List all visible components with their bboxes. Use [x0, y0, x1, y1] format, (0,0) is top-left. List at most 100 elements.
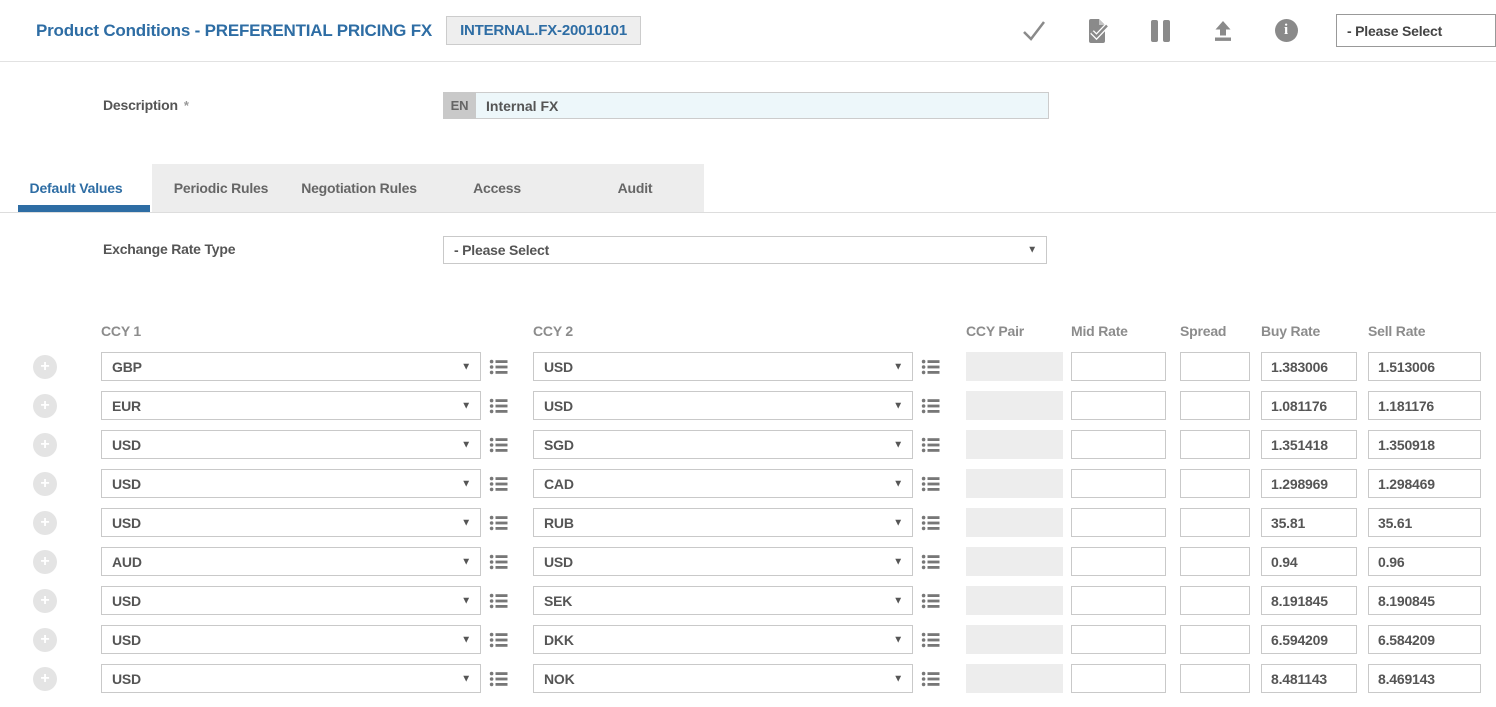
ccy1-select[interactable]: USD ▼ — [101, 430, 481, 459]
ccy1-select[interactable]: GBP ▼ — [101, 352, 481, 381]
mid-rate-input[interactable] — [1071, 586, 1166, 615]
ccy2-select[interactable]: USD ▼ — [533, 352, 913, 381]
check-icon[interactable] — [1021, 18, 1047, 44]
mid-rate-input[interactable] — [1071, 664, 1166, 693]
ccy2-lookup-list-icon[interactable] — [921, 357, 941, 377]
sell-rate-input[interactable]: 6.584209 — [1368, 625, 1481, 654]
ccy2-select[interactable]: USD ▼ — [533, 547, 913, 576]
add-row-button[interactable]: + — [33, 511, 57, 535]
ccy1-lookup-list-icon[interactable] — [489, 513, 509, 533]
ccy2-lookup-list-icon[interactable] — [921, 474, 941, 494]
buy-rate-input[interactable]: 1.298969 — [1261, 469, 1357, 498]
ccy1-select[interactable]: USD ▼ — [101, 469, 481, 498]
add-row-button[interactable]: + — [33, 394, 57, 418]
add-row-button[interactable]: + — [33, 355, 57, 379]
ccy1-lookup-list-icon[interactable] — [489, 669, 509, 689]
ccy2-lookup-list-icon[interactable] — [921, 630, 941, 650]
document-check-icon[interactable] — [1084, 18, 1110, 44]
spread-input[interactable] — [1180, 547, 1250, 576]
ccy2-lookup-list-icon[interactable] — [921, 396, 941, 416]
ccy1-lookup-list-icon[interactable] — [489, 474, 509, 494]
buy-rate-input[interactable]: 1.351418 — [1261, 430, 1357, 459]
mid-rate-input[interactable] — [1071, 625, 1166, 654]
buy-rate-input[interactable]: 1.383006 — [1261, 352, 1357, 381]
ccy1-lookup-list-icon[interactable] — [489, 357, 509, 377]
ccy2-select[interactable]: CAD ▼ — [533, 469, 913, 498]
ccy1-select[interactable]: EUR ▼ — [101, 391, 481, 420]
tab-periodic-rules[interactable]: Periodic Rules — [152, 164, 290, 212]
pause-icon[interactable] — [1147, 18, 1173, 44]
spread-input[interactable] — [1180, 469, 1250, 498]
sell-rate-input[interactable]: 1.181176 — [1368, 391, 1481, 420]
add-row-button[interactable]: + — [33, 433, 57, 457]
add-row-button[interactable]: + — [33, 550, 57, 574]
language-tag: EN — [443, 92, 476, 119]
sell-rate-input[interactable]: 8.190845 — [1368, 586, 1481, 615]
ccy1-lookup-list-icon[interactable] — [489, 396, 509, 416]
sell-rate-input[interactable]: 0.96 — [1368, 547, 1481, 576]
sell-rate-input[interactable]: 1.350918 — [1368, 430, 1481, 459]
ccy1-lookup-list-icon[interactable] — [489, 435, 509, 455]
rates-table-body: + GBP ▼ USD ▼ 1.383006 1.513006 — [0, 347, 1496, 698]
buy-rate-input[interactable]: 1.081176 — [1261, 391, 1357, 420]
mid-rate-input[interactable] — [1071, 547, 1166, 576]
sell-rate-input[interactable]: 1.513006 — [1368, 352, 1481, 381]
ccy1-select[interactable]: USD ▼ — [101, 625, 481, 654]
sell-rate-input[interactable]: 1.298469 — [1368, 469, 1481, 498]
ccy1-lookup-list-icon[interactable] — [489, 591, 509, 611]
tab-audit[interactable]: Audit — [566, 164, 704, 212]
buy-rate-input[interactable]: 35.81 — [1261, 508, 1357, 537]
ccy2-select[interactable]: SGD ▼ — [533, 430, 913, 459]
add-row-button[interactable]: + — [33, 472, 57, 496]
ccy2-select[interactable]: NOK ▼ — [533, 664, 913, 693]
ccy2-select[interactable]: USD ▼ — [533, 391, 913, 420]
col-header-sell-rate: Sell Rate — [1368, 323, 1481, 339]
mid-rate-input[interactable] — [1071, 469, 1166, 498]
buy-rate-input[interactable]: 6.594209 — [1261, 625, 1357, 654]
ccy2-lookup-list-icon[interactable] — [921, 669, 941, 689]
ccy2-lookup-list-icon[interactable] — [921, 435, 941, 455]
mid-rate-input[interactable] — [1071, 391, 1166, 420]
buy-rate-input[interactable]: 0.94 — [1261, 547, 1357, 576]
ccy1-value: USD — [112, 671, 141, 687]
buy-rate-input[interactable]: 8.481143 — [1261, 664, 1357, 693]
ccy2-select[interactable]: SEK ▼ — [533, 586, 913, 615]
spread-input[interactable] — [1180, 664, 1250, 693]
ccy1-lookup-list-icon[interactable] — [489, 630, 509, 650]
tab-access[interactable]: Access — [428, 164, 566, 212]
ccy2-select[interactable]: DKK ▼ — [533, 625, 913, 654]
tab-negotiation-rules[interactable]: Negotiation Rules — [290, 164, 428, 212]
ccy2-select[interactable]: RUB ▼ — [533, 508, 913, 537]
ccy2-lookup-list-icon[interactable] — [921, 552, 941, 572]
sell-rate-input[interactable]: 35.61 — [1368, 508, 1481, 537]
ccy1-lookup-list-icon[interactable] — [489, 552, 509, 572]
upload-icon[interactable] — [1210, 18, 1236, 44]
add-row-button[interactable]: + — [33, 628, 57, 652]
spread-input[interactable] — [1180, 625, 1250, 654]
description-input[interactable] — [476, 92, 1049, 119]
header-action-select[interactable]: - Please Select — [1336, 14, 1496, 47]
spread-input[interactable] — [1180, 391, 1250, 420]
ccy2-lookup-list-icon[interactable] — [921, 591, 941, 611]
ccy1-select[interactable]: USD ▼ — [101, 586, 481, 615]
ccy1-select[interactable]: USD ▼ — [101, 508, 481, 537]
buy-rate-input[interactable]: 8.191845 — [1261, 586, 1357, 615]
tab-default-values[interactable]: Default Values — [0, 164, 152, 212]
chevron-down-icon: ▼ — [461, 478, 471, 489]
mid-rate-input[interactable] — [1071, 508, 1166, 537]
spread-input[interactable] — [1180, 586, 1250, 615]
info-icon[interactable]: i — [1273, 18, 1299, 44]
ccy-pair-field — [966, 586, 1063, 615]
spread-input[interactable] — [1180, 352, 1250, 381]
ccy2-lookup-list-icon[interactable] — [921, 513, 941, 533]
sell-rate-input[interactable]: 8.469143 — [1368, 664, 1481, 693]
exchange-rate-type-select[interactable]: - Please Select ▼ — [443, 236, 1047, 264]
ccy1-select[interactable]: USD ▼ — [101, 664, 481, 693]
mid-rate-input[interactable] — [1071, 352, 1166, 381]
add-row-button[interactable]: + — [33, 589, 57, 613]
add-row-button[interactable]: + — [33, 667, 57, 691]
ccy1-select[interactable]: AUD ▼ — [101, 547, 481, 576]
mid-rate-input[interactable] — [1071, 430, 1166, 459]
spread-input[interactable] — [1180, 508, 1250, 537]
spread-input[interactable] — [1180, 430, 1250, 459]
